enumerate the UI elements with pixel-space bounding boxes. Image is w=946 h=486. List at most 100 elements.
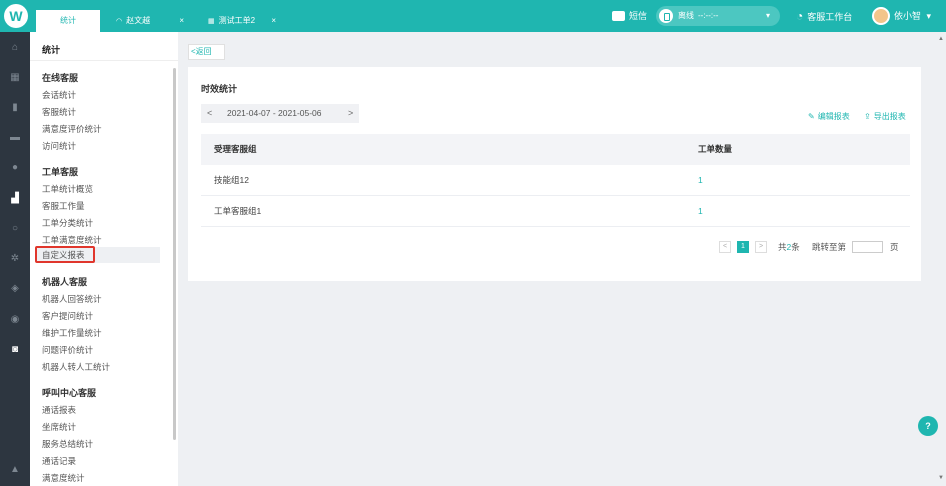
sms-label: 短信 [629, 11, 648, 21]
menu-group-ticket: 工单客服 [42, 167, 79, 177]
menu-item[interactable]: 会话统计 [42, 89, 76, 101]
gear-icon[interactable]: ✲ [9, 253, 21, 265]
table-cell-count[interactable]: 1 [698, 165, 703, 196]
bell-icon[interactable]: ▲ [9, 464, 21, 476]
top-bar: W 统计 ◠ 赵文越 × ▦ 测试工单2 × 短信 离线 --:--:-- ▾ ◔ 客… [0, 0, 946, 32]
export-report-label: 导出报表 [873, 112, 906, 121]
document-icon[interactable]: ▮ [9, 102, 21, 114]
robot-icon[interactable]: ◙ [9, 344, 21, 356]
next-range-button[interactable]: > [348, 104, 353, 123]
table-cell: 技能组12 [214, 175, 249, 185]
prev-page-button[interactable]: < [719, 241, 731, 253]
date-range-picker[interactable]: < 2021-04-07 - 2021-05-06 > [201, 104, 359, 123]
menu-item[interactable]: 访问统计 [42, 140, 76, 152]
menu-item[interactable]: 服务总结统计 [42, 438, 93, 450]
search-icon[interactable]: ○ [9, 223, 21, 235]
tab-label: 测试工单2 [218, 16, 256, 25]
close-icon[interactable]: × [179, 10, 184, 32]
ticket-icon: ▦ [208, 18, 215, 25]
report-panel: 时效统计 < 2021-04-07 - 2021-05-06 > ✎ 编辑报表 ⇪… [188, 67, 921, 281]
menu-item[interactable]: 机器人转人工统计 [42, 361, 110, 373]
tab-label: 赵文越 [126, 16, 151, 25]
menu-item[interactable]: 通话记录 [42, 455, 76, 467]
menu-item[interactable]: 机器人回答统计 [42, 293, 102, 305]
export-report-button[interactable]: ⇪ 导出报表 [864, 111, 906, 122]
table-row: 工单客服组1 1 [201, 196, 910, 227]
tab-test-ticket[interactable]: ▦ 测试工单2 × [194, 10, 284, 32]
panel-title: 时效统计 [201, 84, 238, 94]
menu-title: 统计 [42, 45, 61, 55]
back-button[interactable]: <返回 [188, 44, 225, 60]
tab-statistics[interactable]: 统计 [36, 10, 100, 32]
menu-group-robot: 机器人客服 [42, 277, 88, 287]
tab-customer-zhao[interactable]: ◠ 赵文越 × [102, 10, 192, 32]
close-icon[interactable]: × [271, 10, 276, 32]
target-icon[interactable]: ◉ [9, 314, 21, 326]
user-menu[interactable]: 依小智 ▾ [872, 0, 931, 32]
prev-range-button[interactable]: < [207, 104, 212, 123]
current-page[interactable]: 1 [737, 241, 749, 253]
menu-group-callcenter: 呼叫中心客服 [42, 388, 97, 398]
bar-chart-icon[interactable]: ▟ [9, 193, 21, 205]
column-header: 受理客服组 [214, 144, 257, 154]
home-icon[interactable]: ⌂ [9, 42, 21, 54]
status-label: 离线 [678, 11, 694, 20]
status-timer: --:--:-- [698, 11, 719, 20]
page-jump-input[interactable] [852, 241, 883, 253]
tab-label: 统计 [60, 16, 76, 25]
icon-rail: ⌂ ▦ ▮ ▬ ● ▟ ○ ✲ ◈ ◉ ◙ ▲ [0, 32, 30, 486]
menu-item[interactable]: 工单分类统计 [42, 217, 93, 229]
chevron-down-icon: ▾ [926, 11, 932, 21]
page-unit: 页 [890, 242, 899, 252]
table-row: 技能组12 1 [201, 165, 910, 196]
chat-icon[interactable]: ▬ [9, 132, 21, 144]
menu-item[interactable]: 客服统计 [42, 106, 76, 118]
status-dropdown[interactable]: 离线 --:--:-- ▾ [656, 6, 780, 26]
edit-report-label: 编辑报表 [817, 112, 850, 121]
jump-label: 跳转至第 [812, 242, 847, 252]
edit-icon: ✎ [808, 112, 815, 121]
menu-scrollbar[interactable] [173, 68, 176, 440]
phone-icon [659, 9, 673, 23]
table-header: 受理客服组 工单数量 [201, 134, 910, 165]
menu-item[interactable]: 维护工作量统计 [42, 327, 102, 339]
next-page-button[interactable]: > [755, 241, 767, 253]
pagination: < 1 > 共2条 跳转至第 页 [188, 239, 921, 255]
workbench-label: 客服工作台 [807, 12, 853, 22]
headset-icon: ◠ [116, 18, 123, 25]
menu-group-online: 在线客服 [42, 73, 79, 83]
sms-button[interactable]: 短信 [612, 0, 647, 32]
menu-item[interactable]: 坐席统计 [42, 421, 76, 433]
menu-item[interactable]: 问题评价统计 [42, 344, 93, 356]
menu-item[interactable]: 工单统计概览 [42, 183, 93, 195]
selection-highlight [35, 246, 95, 263]
edit-report-button[interactable]: ✎ 编辑报表 [808, 111, 850, 122]
app-logo-icon[interactable]: W [4, 4, 28, 28]
table-cell-count[interactable]: 1 [698, 196, 703, 227]
message-icon [612, 10, 625, 21]
help-button[interactable]: ? [918, 416, 938, 436]
menu-item[interactable]: 满意度评价统计 [42, 123, 102, 135]
export-icon: ⇪ [864, 112, 871, 121]
user-icon[interactable]: ● [9, 162, 21, 174]
column-header: 工单数量 [698, 144, 733, 154]
menu-item[interactable]: 客户提问统计 [42, 310, 93, 322]
date-range-text: 2021-04-07 - 2021-05-06 [227, 108, 322, 118]
workbench-button[interactable]: ◔ 客服工作台 [796, 0, 852, 32]
stats-menu: 统计 在线客服 会话统计 客服统计 满意度评价统计 访问统计 工单客服 工单统计… [30, 32, 178, 486]
scroll-down-icon[interactable]: ▼ [938, 475, 944, 481]
menu-item[interactable]: 通话报表 [42, 404, 76, 416]
total-count-text: 共2条 [778, 242, 800, 252]
grid-icon[interactable]: ▦ [9, 72, 21, 84]
user-name: 依小智 [894, 11, 922, 21]
menu-divider [30, 60, 178, 61]
chevron-down-icon: ▾ [766, 11, 771, 20]
shield-icon[interactable]: ◈ [9, 283, 21, 295]
menu-item[interactable]: 满意度统计 [42, 472, 85, 484]
scroll-up-icon[interactable]: ▲ [938, 36, 944, 42]
workbench-icon: ◔ [796, 9, 804, 23]
avatar [872, 6, 890, 25]
menu-item[interactable]: 工单满意度统计 [42, 234, 102, 246]
table-cell: 工单客服组1 [214, 206, 262, 216]
menu-item[interactable]: 客服工作量 [42, 200, 85, 212]
